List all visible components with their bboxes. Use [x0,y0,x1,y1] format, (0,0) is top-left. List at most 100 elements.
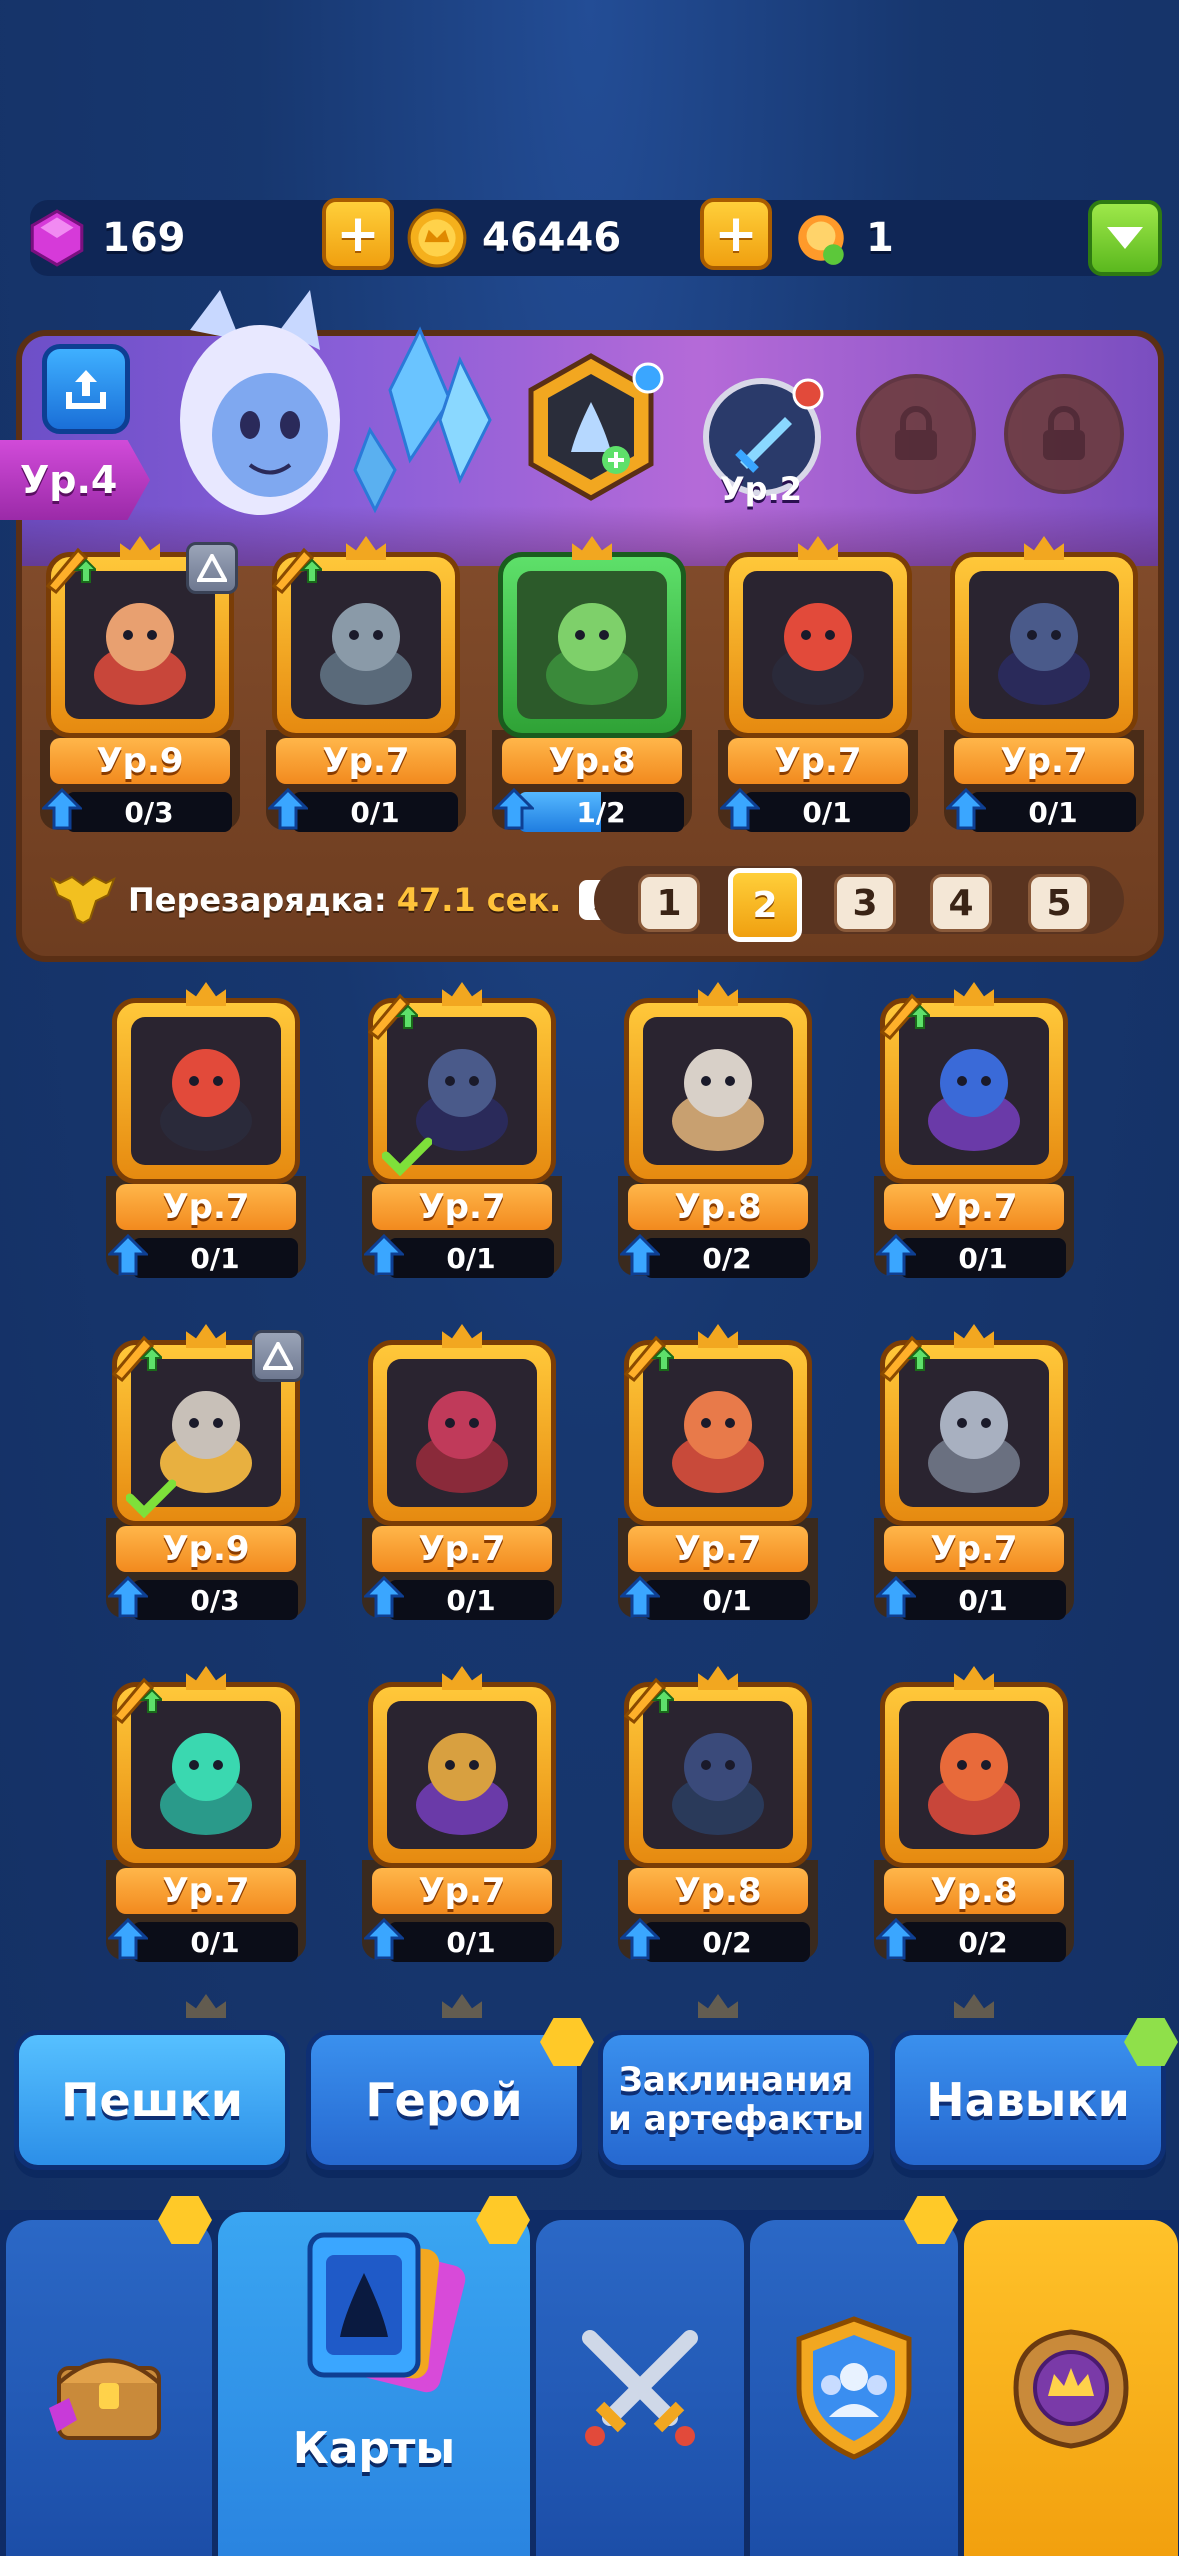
nav-clan[interactable] [750,2220,958,2556]
collection-card[interactable]: Ур.7 0/1 [106,1660,306,1962]
card-progress-bar: 0/1 [644,1580,810,1620]
deck-card[interactable]: Ур.7 0/1 [944,530,1144,832]
card-progress-bar: 0/2 [900,1922,1066,1962]
card-level-label: Ур.7 [728,738,908,784]
coin-counter: 46446 [406,200,621,276]
collection-card[interactable]: Ур.7 0/1 [362,1318,562,1620]
nav-cards-label: Карты [292,2422,456,2474]
card-level-label: Ур.7 [954,738,1134,784]
unit-portrait-icon [672,1733,764,1835]
card-progress-text: 0/1 [190,1925,240,1959]
share-button[interactable] [42,344,130,434]
crown-icon [572,536,612,560]
collection-card[interactable]: Ур.7 0/1 [618,1318,818,1620]
unit-portrait-icon [772,603,864,705]
collection-card[interactable]: Ур.7 0/1 [362,976,562,1278]
collection-card[interactable]: Ур.8 0/2 [874,1660,1074,1962]
upgrade-arrow-icon [876,1234,916,1276]
upgrade-sword-icon [111,1677,162,1725]
card-level-label: Ур.7 [372,1868,552,1914]
collection-card[interactable]: Ур.7 0/1 [874,1318,1074,1620]
pawns-category-button[interactable]: Пешки [14,2030,290,2170]
collection-card[interactable]: Ур.7 0/1 [874,976,1074,1278]
crown-icon [120,536,160,560]
locked-slot [856,374,976,494]
card-progress-bar: 0/2 [644,1922,810,1962]
deck-tabs: 1 2 3 4 5 [594,866,1124,942]
spells-category-button[interactable]: Заклинания и артефакты [598,2030,874,2170]
collection-card[interactable]: Ур.9 0/3 [106,1318,306,1620]
deck-tab-1[interactable]: 1 [638,874,700,932]
nav-cards[interactable]: Карты [218,2212,530,2556]
card-progress-bar: 0/3 [66,792,232,832]
card-progress-text: 0/1 [446,1925,496,1959]
collection-card[interactable]: Ур.8 0/2 [618,1660,818,1962]
upgrade-arrow-icon [364,1234,404,1276]
nav-rank[interactable] [964,2220,1178,2556]
card-level-label: Ур.8 [628,1868,808,1914]
crown-icon [186,982,226,1006]
crown-icon [954,982,994,1006]
card-progress-bar: 0/1 [970,792,1136,832]
card-level-label: Ур.8 [502,738,682,784]
collection-card[interactable]: Ур.7 0/1 [106,976,306,1278]
crown-icon [186,1994,226,2018]
gem-icon [30,209,84,267]
token-counter: 1 [790,200,894,276]
card-progress-text: 0/1 [958,1241,1008,1275]
upgrade-arrow-icon [364,1576,404,1618]
card-level-label: Ур.7 [116,1868,296,1914]
card-progress-bar: 0/1 [388,1580,554,1620]
spell-slot[interactable] [516,352,666,502]
nav-shop[interactable] [6,2220,212,2556]
collection-card[interactable]: Ур.8 0/2 [618,976,818,1278]
card-frame [724,552,912,738]
card-level-label: Ур.8 [884,1868,1064,1914]
card-progress-text: 0/3 [124,795,174,829]
spells-label-line1: Заклинания [618,2059,854,2100]
upgrade-arrow-icon [876,1918,916,1960]
hero-label: Герой [365,2073,523,2127]
upgrade-arrow-icon [364,1918,404,1960]
crown-icon [798,536,838,560]
card-frame [624,998,812,1184]
card-level-label: Ур.7 [884,1526,1064,1572]
card-art [899,1701,1049,1849]
deck-tab-4[interactable]: 4 [930,874,992,932]
dropdown-button[interactable] [1088,200,1162,276]
card-art [387,1701,537,1849]
card-progress-text: 0/3 [190,1583,240,1617]
recharge-value: 47.1 сек. [396,881,562,919]
upgrade-arrow-icon [946,788,986,830]
crown-icon [698,982,738,1006]
card-progress-bar: 0/1 [900,1580,1066,1620]
unit-portrait-icon [672,1049,764,1151]
upgrade-arrow-icon [108,1918,148,1960]
deck-card[interactable]: Ур.9 0/3 [40,530,240,832]
upgrade-arrow-icon [620,1234,660,1276]
hero-category-button[interactable]: Герой [306,2030,582,2170]
skills-category-button[interactable]: Навыки [890,2030,1166,2170]
deck-card[interactable]: Ур.7 0/1 [266,530,466,832]
nav-battle[interactable] [536,2220,744,2556]
card-level-label: Ур.7 [276,738,456,784]
skill-level-label: Ур.2 [720,470,802,508]
add-gems-button[interactable]: + [322,198,394,270]
deck-tab-3[interactable]: 3 [834,874,896,932]
collection-card[interactable]: Ур.7 0/1 [362,1660,562,1962]
token-count: 1 [866,215,894,261]
clan-shield-icon [796,2316,912,2460]
deck-card[interactable]: Ур.8 1/2 [492,530,692,832]
deck-card[interactable]: Ур.7 0/1 [718,530,918,832]
card-level-label: Ур.7 [116,1184,296,1230]
card-progress-text: 0/2 [958,1925,1008,1959]
crystal-icon [353,326,492,514]
add-spell-icon [528,353,664,501]
card-progress-text: 0/1 [446,1241,496,1275]
card-progress-text: 0/1 [958,1583,1008,1617]
add-coins-button[interactable]: + [700,198,772,270]
plus-icon: + [714,204,758,264]
deck-tab-2[interactable]: 2 [728,868,802,942]
deck-tab-5[interactable]: 5 [1028,874,1090,932]
upgrade-arrow-icon [620,1918,660,1960]
